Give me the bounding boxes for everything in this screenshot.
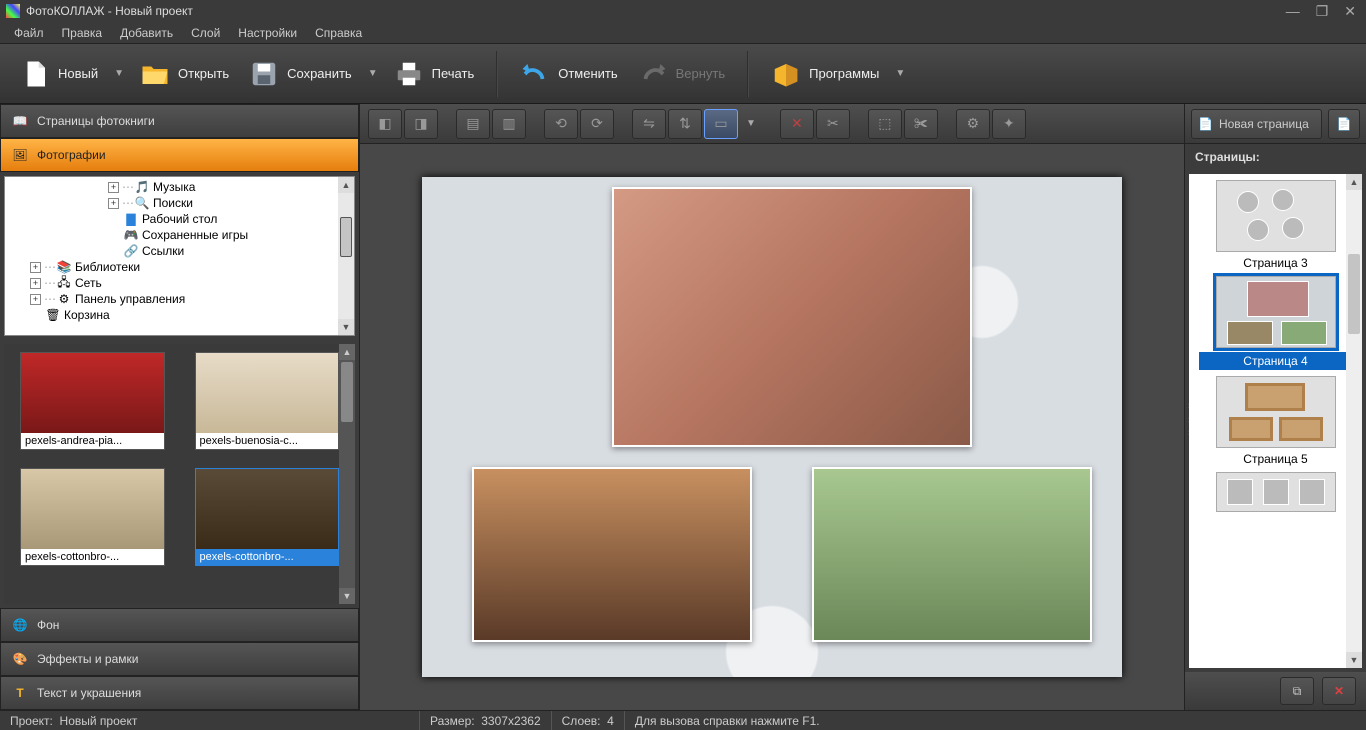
open-button[interactable]: Открыть xyxy=(130,53,239,95)
rotate-left-icon[interactable]: ⟲ xyxy=(544,109,578,139)
main-toolbar: Новый ▼ Открыть Сохранить ▼ Печать Отмен… xyxy=(0,44,1366,104)
palette-icon: 🎨 xyxy=(11,650,29,668)
canvas[interactable] xyxy=(422,177,1122,677)
globe-icon: 🌐 xyxy=(11,616,29,634)
send-backward-icon[interactable]: ▥ xyxy=(492,109,526,139)
status-project-name: Новый проект xyxy=(60,714,138,728)
new-page-button[interactable]: 📄 Новая страница xyxy=(1191,109,1322,139)
close-button[interactable]: ✕ xyxy=(1340,3,1360,20)
thumbnail-item[interactable]: pexels-cottonbro-... xyxy=(20,468,165,566)
section-photobook-pages[interactable]: 📖 Страницы фотокниги xyxy=(0,104,359,138)
fit-dropdown[interactable]: ▼ xyxy=(740,118,762,129)
section-photos[interactable]: 🖼 Фотографии xyxy=(0,138,359,172)
page-item[interactable] xyxy=(1199,472,1352,512)
print-button[interactable]: Печать xyxy=(384,53,485,95)
wand-icon[interactable]: ✦ xyxy=(992,109,1026,139)
programs-button[interactable]: Программы xyxy=(761,53,889,95)
pages-label: Страницы: xyxy=(1185,144,1366,170)
status-project-label: Проект: xyxy=(10,714,53,728)
status-layers-value: 4 xyxy=(607,714,614,728)
canvas-photo[interactable] xyxy=(812,467,1092,642)
thumbnails-pane: pexels-andrea-pia... pexels-buenosia-c..… xyxy=(4,344,355,604)
tree-scrollbar[interactable]: ▲▼ xyxy=(338,177,354,335)
menu-layer[interactable]: Слой xyxy=(183,24,228,42)
canvas-area: ◧ ◨ ▤ ▥ ⟲ ⟳ ⇋ ⇅ ▭ ▼ ✕ ✂ ⬚ ✀ ⚙ ✦ xyxy=(360,104,1184,710)
section-background[interactable]: 🌐 Фон xyxy=(0,608,359,642)
menu-help[interactable]: Справка xyxy=(307,24,370,42)
minimize-button[interactable]: — xyxy=(1282,3,1304,20)
book-icon: 📖 xyxy=(11,112,29,130)
save-icon xyxy=(249,59,279,89)
status-size-value: 3307x2362 xyxy=(481,714,540,728)
thumbnail-item[interactable]: pexels-buenosia-c... xyxy=(195,352,340,450)
send-back-icon[interactable]: ◨ xyxy=(404,109,438,139)
pages-list: Страница 3 Страница 4 Страница 5 ▲▼ xyxy=(1189,174,1362,668)
menu-add[interactable]: Добавить xyxy=(112,24,181,42)
pages-scrollbar[interactable]: ▲▼ xyxy=(1346,174,1362,668)
duplicate-page-button[interactable]: ⧉ xyxy=(1280,677,1314,705)
thumbnail-item[interactable]: pexels-cottonbro-... xyxy=(195,468,340,566)
paint-icon[interactable]: ⬚ xyxy=(868,109,902,139)
redo-button[interactable]: Вернуть xyxy=(628,53,736,95)
menu-settings[interactable]: Настройки xyxy=(230,24,305,42)
menu-bar: Файл Правка Добавить Слой Настройки Спра… xyxy=(0,22,1366,44)
printer-icon xyxy=(394,59,424,89)
right-panel: 📄 Новая страница 📄 Страницы: Страница 3 … xyxy=(1184,104,1366,710)
crop-icon[interactable]: ✂ xyxy=(816,109,850,139)
copy-icon: ⧉ xyxy=(1293,684,1302,699)
page-item[interactable]: Страница 3 xyxy=(1199,180,1352,270)
folder-open-icon xyxy=(140,59,170,89)
menu-file[interactable]: Файл xyxy=(6,24,52,42)
photo-icon: 🖼 xyxy=(11,146,29,164)
undo-icon xyxy=(520,59,550,89)
bring-front-icon[interactable]: ◧ xyxy=(368,109,402,139)
canvas-toolbar: ◧ ◨ ▤ ▥ ⟲ ⟳ ⇋ ⇅ ▭ ▼ ✕ ✂ ⬚ ✀ ⚙ ✦ xyxy=(360,104,1184,144)
new-button[interactable]: Новый xyxy=(10,53,108,95)
new-dropdown[interactable]: ▼ xyxy=(108,68,130,79)
section-effects[interactable]: 🎨 Эффекты и рамки xyxy=(0,642,359,676)
folder-tree[interactable]: +⋯🎵Музыка +⋯🔍Поиски ▇Рабочий стол 🎮Сохра… xyxy=(4,176,355,336)
canvas-photo[interactable] xyxy=(612,187,972,447)
page-add-icon: 📄 xyxy=(1198,117,1213,131)
redo-icon xyxy=(638,59,668,89)
save-button[interactable]: Сохранить xyxy=(239,53,362,95)
programs-dropdown[interactable]: ▼ xyxy=(889,68,911,79)
rotate-right-icon[interactable]: ⟳ xyxy=(580,109,614,139)
thumbnail-item[interactable]: pexels-andrea-pia... xyxy=(20,352,165,450)
bring-forward-icon[interactable]: ▤ xyxy=(456,109,490,139)
page-gear-icon: 📄 xyxy=(1337,117,1352,131)
new-file-icon xyxy=(20,59,50,89)
maximize-button[interactable]: ❐ xyxy=(1312,3,1333,20)
title-bar: ФотоКОЛЛАЖ - Новый проект — ❐ ✕ xyxy=(0,0,1366,22)
undo-button[interactable]: Отменить xyxy=(510,53,627,95)
cut-icon[interactable]: ✀ xyxy=(904,109,938,139)
gear-icon[interactable]: ⚙ xyxy=(956,109,990,139)
flip-v-icon[interactable]: ⇅ xyxy=(668,109,702,139)
menu-edit[interactable]: Правка xyxy=(54,24,111,42)
window-title: ФотоКОЛЛАЖ - Новый проект xyxy=(26,4,1282,18)
section-text[interactable]: T Текст и украшения xyxy=(0,676,359,710)
text-icon: T xyxy=(11,684,29,702)
flip-h-icon[interactable]: ⇋ xyxy=(632,109,666,139)
status-help-hint: Для вызова справки нажмите F1. xyxy=(635,714,820,728)
box-icon xyxy=(771,59,801,89)
page-item[interactable]: Страница 5 xyxy=(1199,376,1352,466)
delete-page-button[interactable]: ✕ xyxy=(1322,677,1356,705)
delete-icon[interactable]: ✕ xyxy=(780,109,814,139)
page-settings-button[interactable]: 📄 xyxy=(1328,109,1360,139)
page-item[interactable]: Страница 4 xyxy=(1199,276,1352,370)
thumbs-scrollbar[interactable]: ▲▼ xyxy=(339,344,355,604)
fit-icon[interactable]: ▭ xyxy=(704,109,738,139)
canvas-photo[interactable] xyxy=(472,467,752,642)
app-icon xyxy=(6,4,20,18)
status-layers-label: Слоев: xyxy=(562,714,601,728)
close-icon: ✕ xyxy=(1334,684,1344,698)
left-panel: 📖 Страницы фотокниги 🖼 Фотографии +⋯🎵Муз… xyxy=(0,104,360,710)
status-size-label: Размер: xyxy=(430,714,475,728)
status-bar: Проект: Новый проект Размер: 3307x2362 С… xyxy=(0,710,1366,730)
save-dropdown[interactable]: ▼ xyxy=(362,68,384,79)
